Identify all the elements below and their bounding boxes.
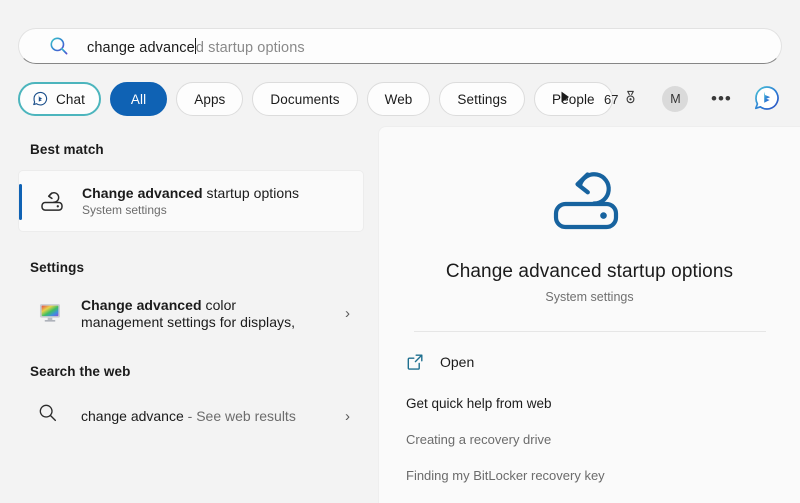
result-subtitle: System settings [82, 203, 167, 217]
rewards-indicator[interactable]: 67 [604, 90, 638, 108]
filter-pill-row: Chat All Apps Documents Web Settings Peo… [18, 80, 613, 118]
color-monitor-icon [37, 299, 65, 327]
avatar-initial: M [670, 92, 681, 106]
section-settings-heading: Settings [30, 260, 85, 275]
toolbar-right: 67 M ••• [548, 80, 782, 118]
section-best-match-heading: Best match [30, 142, 104, 157]
more-filters-button[interactable] [548, 82, 582, 116]
result-title-bold: Change advanced [82, 185, 203, 201]
selection-accent-bar [19, 184, 22, 220]
tab-web[interactable]: Web [366, 82, 431, 116]
tab-chat[interactable]: Chat [18, 82, 101, 116]
text-caret [194, 38, 196, 54]
bing-logo-icon[interactable] [752, 84, 782, 114]
open-label: Open [440, 354, 475, 370]
tab-web-label: Web [384, 91, 413, 107]
external-link-icon [406, 353, 424, 371]
search-input[interactable]: change advance d startup options [18, 28, 782, 64]
windows-search-flyout: change advance d startup options Chat All… [0, 0, 800, 503]
search-typed-text: change advance [87, 40, 195, 56]
recovery-drive-icon [38, 187, 66, 215]
web-help-heading: Get quick help from web [406, 396, 552, 411]
result-title-line2: management settings for displays, [81, 313, 296, 330]
medal-icon [623, 90, 638, 108]
recovery-drive-large-icon [548, 161, 632, 245]
search-text: change advance d startup options [87, 36, 305, 56]
result-title: Change advanced startup options [82, 185, 299, 201]
play-arrow-icon [558, 90, 572, 109]
tab-documents[interactable]: Documents [252, 82, 358, 116]
overflow-menu-button[interactable]: ••• [707, 85, 735, 113]
result-web-search[interactable]: change advance - See web results › [18, 387, 364, 445]
result-title-rest: color [201, 296, 237, 313]
web-suffix-text: - See web results [183, 408, 296, 424]
result-title-rest: startup options [202, 185, 300, 201]
search-ghost-text: d startup options [195, 40, 305, 56]
result-title-bold: Change advanced [81, 296, 202, 313]
results-list: Best match Change advanced startup optio… [0, 126, 378, 503]
tab-all-label: All [130, 91, 147, 107]
tab-chat-label: Chat [56, 91, 85, 107]
chevron-right-icon[interactable]: › [345, 409, 350, 424]
tab-documents-label: Documents [270, 91, 340, 107]
tab-apps[interactable]: Apps [176, 82, 244, 116]
rewards-points: 67 [604, 91, 619, 107]
result-title: change advance - See web results [81, 408, 296, 424]
result-text: Change advanced color management setting… [81, 297, 295, 330]
web-query-text: change advance [81, 408, 184, 424]
ellipsis-icon: ••• [711, 89, 732, 108]
bing-chat-icon [31, 90, 50, 109]
web-help-link-1[interactable]: Creating a recovery drive [406, 432, 800, 447]
result-title: Change advanced color [81, 297, 295, 313]
chevron-right-icon[interactable]: › [345, 306, 350, 321]
preview-subtitle: System settings [545, 290, 634, 304]
result-settings-color-management[interactable]: Change advanced color management setting… [18, 284, 364, 342]
preview-pane: Change advanced startup options System s… [378, 126, 800, 503]
tab-settings-label: Settings [457, 91, 508, 107]
open-action[interactable]: Open [406, 349, 800, 375]
tab-all[interactable]: All [109, 82, 168, 116]
tab-apps-label: Apps [194, 91, 226, 107]
web-help-link-2[interactable]: Finding my BitLocker recovery key [406, 468, 800, 483]
search-icon [49, 36, 69, 56]
result-text: Change advanced startup options System s… [82, 185, 299, 217]
avatar[interactable]: M [662, 86, 689, 112]
result-best-match[interactable]: Change advanced startup options System s… [18, 170, 364, 232]
divider [413, 331, 766, 332]
section-search-web-heading: Search the web [30, 364, 131, 379]
search-icon [37, 402, 65, 430]
tab-settings[interactable]: Settings [439, 82, 526, 116]
preview-title: Change advanced startup options [445, 261, 734, 282]
